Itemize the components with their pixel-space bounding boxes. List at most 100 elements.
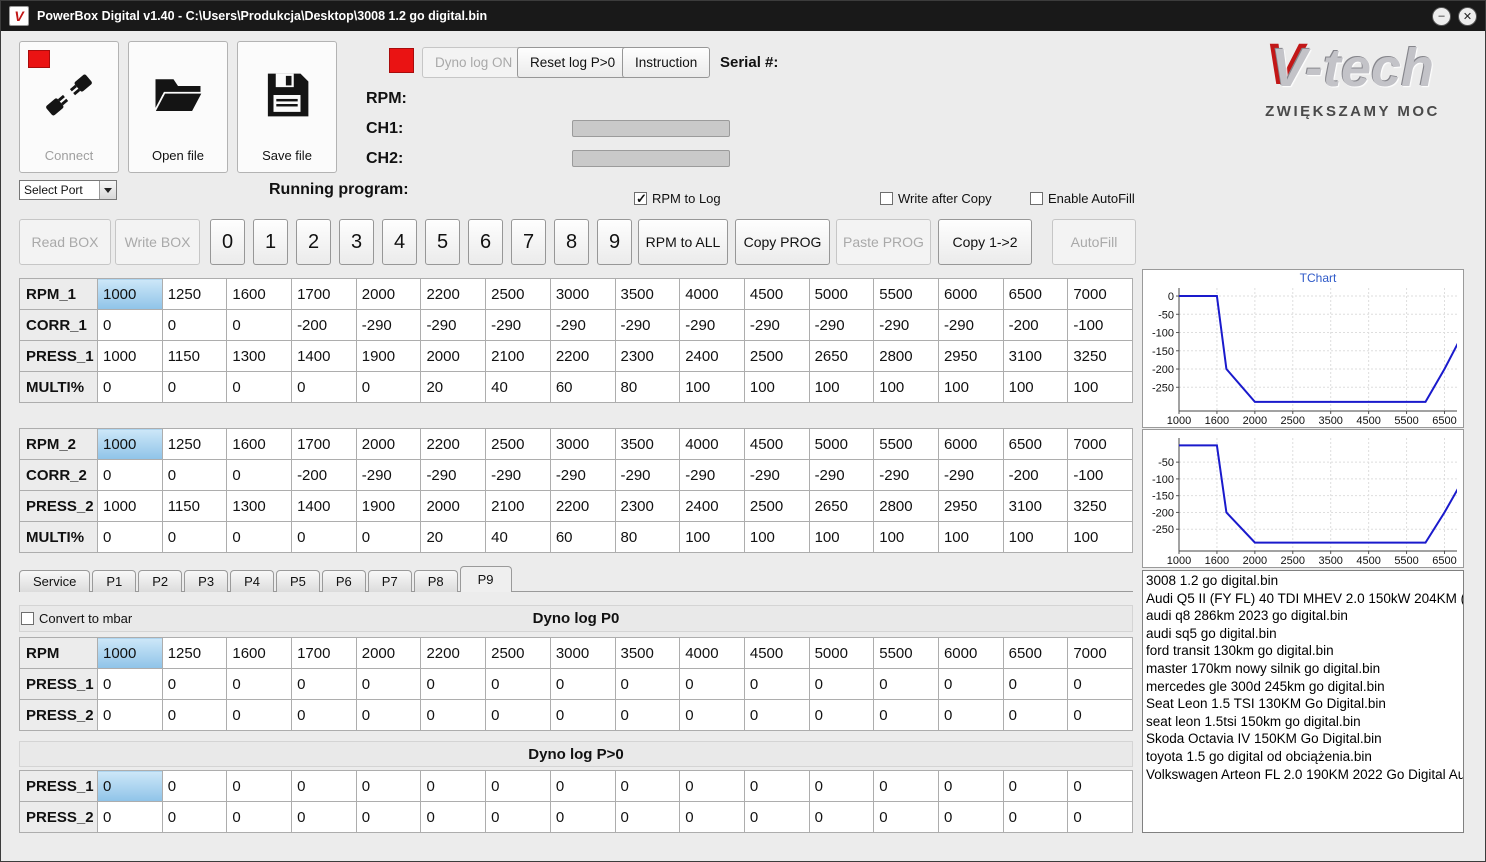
grid-cell[interactable]: 0 (226, 770, 293, 802)
grid-cell[interactable]: 1600 (226, 278, 293, 310)
grid-cell[interactable]: 2800 (873, 340, 939, 372)
grid-cell[interactable]: 5000 (808, 637, 875, 669)
grid-cell[interactable]: 0 (355, 521, 422, 553)
grid-cell[interactable]: 3500 (614, 278, 681, 310)
grid-cell[interactable]: 0 (485, 699, 551, 731)
grid-cell[interactable]: 0 (97, 521, 163, 553)
grid-cell[interactable]: -290 (743, 309, 810, 341)
grid-cell[interactable]: 0 (355, 699, 422, 731)
reset-log-button[interactable]: Reset log P>0 (517, 47, 629, 78)
grid-cell[interactable]: 100 (1067, 371, 1133, 403)
grid-cell[interactable]: 0 (355, 371, 422, 403)
grid-cell[interactable]: 3000 (549, 278, 616, 310)
grid-cell[interactable]: 6000 (937, 637, 1004, 669)
grid-cell[interactable]: 0 (420, 801, 487, 833)
grid-cell[interactable]: 0 (355, 770, 422, 802)
grid-cell[interactable]: 0 (291, 521, 357, 553)
grid-cell[interactable]: 100 (679, 521, 745, 553)
convert-to-mbar-checkbox[interactable]: Convert to mbar (21, 611, 132, 626)
file-list-item[interactable]: Volkswagen Arteon FL 2.0 190KM 2022 Go D… (1143, 766, 1463, 784)
file-list-item[interactable]: ford transit 130km go digital.bin (1143, 642, 1463, 660)
file-list-item[interactable]: audi q8 286km 2023 go digital.bin (1143, 607, 1463, 625)
grid-cell[interactable]: 0 (873, 699, 939, 731)
grid-cell[interactable]: -290 (355, 309, 422, 341)
grid-cell[interactable]: -290 (614, 309, 681, 341)
tab-p8[interactable]: P8 (413, 570, 458, 592)
grid-cell[interactable]: 40 (485, 371, 551, 403)
grid-cell[interactable]: 100 (743, 521, 810, 553)
file-list-item[interactable]: audi sq5 go digital.bin (1143, 625, 1463, 643)
grid-cell[interactable]: 1000 (97, 637, 163, 669)
grid-cell[interactable]: -200 (291, 309, 357, 341)
grid-cell[interactable]: 2500 (743, 340, 810, 372)
grid-cell[interactable]: 0 (97, 668, 163, 700)
grid-cell[interactable]: 2800 (873, 490, 939, 522)
grid-cell[interactable]: 0 (1067, 770, 1133, 802)
grid-cell[interactable]: 0 (614, 668, 681, 700)
grid-cell[interactable]: -290 (679, 459, 745, 491)
grid-cell[interactable]: 2300 (614, 490, 681, 522)
digit-button-3[interactable]: 3 (339, 219, 374, 265)
grid-cell[interactable]: -290 (549, 309, 616, 341)
file-list-item[interactable]: mercedes gle 300d 245km go digital.bin (1143, 678, 1463, 696)
grid-cell[interactable]: 0 (226, 699, 293, 731)
grid-cell[interactable]: 1250 (161, 278, 228, 310)
grid-cell[interactable]: 0 (679, 668, 745, 700)
grid-cell[interactable]: 60 (549, 521, 616, 553)
grid-cell[interactable]: 0 (679, 770, 745, 802)
port-select[interactable]: Select Port (19, 180, 117, 200)
grid-cell[interactable]: 5500 (873, 278, 939, 310)
grid-cell[interactable]: 0 (485, 668, 551, 700)
grid-cell[interactable]: 0 (355, 801, 422, 833)
grid-cell[interactable]: 0 (161, 699, 228, 731)
grid-cell[interactable]: -290 (420, 309, 487, 341)
tab-p4[interactable]: P4 (230, 570, 274, 592)
save-file-button[interactable]: Save file (237, 41, 337, 173)
grid-cell[interactable]: 1300 (226, 490, 293, 522)
grid-cell[interactable]: 0 (873, 770, 939, 802)
grid-cell[interactable]: 0 (937, 770, 1004, 802)
grid-cell[interactable]: 6000 (937, 278, 1004, 310)
grid-cell[interactable]: 0 (614, 699, 681, 731)
grid-cell[interactable]: 2000 (420, 340, 487, 372)
grid-cell[interactable]: 100 (873, 371, 939, 403)
grid-cell[interactable]: -290 (485, 309, 551, 341)
grid-cell[interactable]: 100 (743, 371, 810, 403)
grid-cell[interactable]: 3250 (1067, 490, 1133, 522)
grid-cell[interactable]: 1000 (97, 278, 163, 310)
grid-cell[interactable]: 2300 (614, 340, 681, 372)
grid-cell[interactable]: -290 (873, 309, 939, 341)
grid-cell[interactable]: 6000 (937, 428, 1004, 460)
instruction-button[interactable]: Instruction (622, 47, 711, 78)
write-after-copy-checkbox[interactable]: Write after Copy (880, 191, 992, 206)
grid-cell[interactable]: -290 (614, 459, 681, 491)
grid-cell[interactable]: 100 (808, 371, 875, 403)
grid-cell[interactable]: 20 (420, 521, 487, 553)
grid-cell[interactable]: 2000 (355, 428, 422, 460)
copy-prog-button[interactable]: Copy PROG (735, 219, 830, 265)
tab-p9[interactable]: P9 (459, 566, 512, 592)
grid-cell[interactable]: 0 (808, 699, 875, 731)
grid-cell[interactable]: 0 (97, 699, 163, 731)
tab-p3[interactable]: P3 (184, 570, 229, 592)
tab-p1[interactable]: P1 (92, 570, 137, 592)
grid-cell[interactable]: 0 (161, 770, 228, 802)
grid-cell[interactable]: 0 (291, 371, 357, 403)
grid-cell[interactable]: 2950 (937, 490, 1004, 522)
grid-cell[interactable]: 0 (679, 801, 745, 833)
grid-cell[interactable]: 2000 (355, 278, 422, 310)
grid-cell[interactable]: 0 (743, 668, 810, 700)
grid-cell[interactable]: 1250 (161, 637, 228, 669)
grid-cell[interactable]: 0 (161, 459, 228, 491)
grid-cell[interactable]: 0 (1067, 668, 1133, 700)
digit-button-4[interactable]: 4 (382, 219, 417, 265)
enable-autofill-checkbox[interactable]: Enable AutoFill (1030, 191, 1135, 206)
grid-cell[interactable]: 100 (679, 371, 745, 403)
grid-cell[interactable]: 5500 (873, 428, 939, 460)
grid-cell[interactable]: 0 (1067, 801, 1133, 833)
grid-cell[interactable]: 1000 (97, 490, 163, 522)
grid-cell[interactable]: 0 (743, 770, 810, 802)
grid-cell[interactable]: 20 (420, 371, 487, 403)
grid-cell[interactable]: -290 (549, 459, 616, 491)
file-list-item[interactable]: Audi Q5 II (FY FL) 40 TDI MHEV 2.0 150kW… (1143, 590, 1463, 608)
